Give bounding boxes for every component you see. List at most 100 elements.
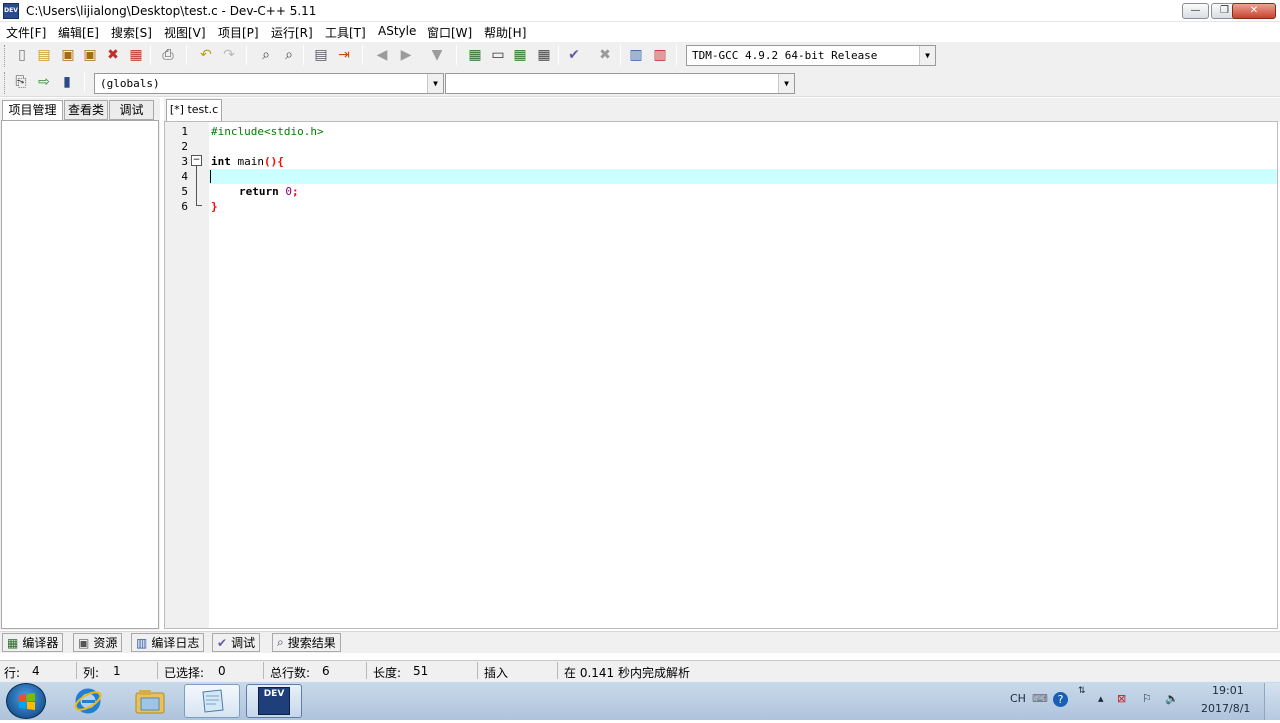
- keyword-return: return: [239, 185, 279, 198]
- volume-icon[interactable]: 🔈: [1165, 692, 1179, 705]
- taskbar-explorer[interactable]: [122, 684, 178, 718]
- tab-class-browser[interactable]: 查看类: [64, 100, 108, 120]
- scope-select[interactable]: (globals) ▼: [94, 73, 444, 94]
- network-disconnected-icon[interactable]: ⊠: [1117, 692, 1126, 705]
- close-file-icon[interactable]: ✖: [103, 45, 123, 65]
- project-tree[interactable]: [1, 120, 159, 629]
- run-icon[interactable]: ▭: [488, 45, 508, 65]
- compile-icon[interactable]: ▦: [465, 45, 485, 65]
- tab-compiler[interactable]: ▦ 编译器: [2, 633, 64, 652]
- find-icon[interactable]: ⌕: [256, 45, 276, 65]
- member-select[interactable]: ▼: [445, 73, 795, 94]
- tab-test-c[interactable]: [*] test.c: [166, 99, 222, 121]
- status-col-label: 列:: [83, 666, 100, 680]
- menu-edit[interactable]: 编辑[E]: [58, 24, 99, 41]
- action-center-icon[interactable]: ⚐: [1142, 692, 1152, 705]
- tab-compile-log[interactable]: ▥ 编译日志: [131, 633, 205, 652]
- new-file-icon[interactable]: ▯: [12, 45, 32, 65]
- help-icon[interactable]: ?: [1053, 692, 1068, 707]
- insert-icon[interactable]: ⎘: [11, 72, 31, 92]
- redo-icon[interactable]: ↷: [219, 45, 239, 65]
- toolbar-separator: [362, 45, 363, 65]
- taskbar-ie[interactable]: [60, 684, 116, 718]
- goto-definition-icon[interactable]: ▮: [57, 72, 77, 92]
- close-all-icon[interactable]: ▦: [126, 45, 146, 65]
- ime-indicator[interactable]: CH: [1010, 692, 1026, 705]
- notepad-icon: [202, 689, 224, 713]
- chevron-down-icon[interactable]: ▼: [778, 74, 794, 93]
- status-selected-value: 0: [218, 664, 226, 678]
- tab-debug-output[interactable]: ✔ 调试: [212, 633, 261, 652]
- toolbar-grip[interactable]: [4, 45, 7, 67]
- syntax-check-icon[interactable]: ✔: [564, 45, 584, 65]
- code-editor[interactable]: [164, 121, 1278, 629]
- indent-right-icon[interactable]: ▶: [396, 45, 416, 65]
- line-number: 2: [181, 140, 188, 153]
- menu-astyle[interactable]: AStyle: [378, 24, 416, 38]
- menu-file[interactable]: 文件[F]: [6, 24, 46, 41]
- print-icon[interactable]: ⎙: [158, 45, 178, 65]
- status-separator: [477, 662, 478, 679]
- start-button[interactable]: [6, 683, 46, 719]
- save-icon[interactable]: ▣: [58, 45, 78, 65]
- stop-execution-icon[interactable]: ✖: [595, 45, 615, 65]
- status-separator: [157, 662, 158, 679]
- compile-run-icon[interactable]: ▦: [510, 45, 530, 65]
- goto-declaration-icon[interactable]: ⇨: [34, 72, 54, 92]
- tab-label: 资源: [93, 636, 118, 650]
- undo-icon[interactable]: ↶: [196, 45, 216, 65]
- devcpp-app-icon[interactable]: DEV: [3, 3, 19, 19]
- grid-icon: ▦: [7, 635, 19, 650]
- status-insert-mode: 插入: [484, 666, 509, 680]
- menu-project[interactable]: 项目[P]: [218, 24, 259, 41]
- chevron-down-icon[interactable]: ▼: [919, 46, 935, 65]
- indent-left-icon[interactable]: ◀: [372, 45, 392, 65]
- language-bar-icon[interactable]: ⇅: [1078, 686, 1086, 696]
- tab-search-results[interactable]: ⌕ 搜索结果: [272, 633, 341, 652]
- fold-collapse-icon[interactable]: −: [191, 155, 202, 166]
- minimize-button[interactable]: —: [1182, 3, 1209, 19]
- menu-window[interactable]: 窗口[W]: [427, 24, 472, 41]
- project-options-icon[interactable]: ▼: [427, 45, 447, 65]
- toggle-bookmark-icon[interactable]: ⇥: [334, 45, 354, 65]
- code-line-1: #include<stdio.h>: [211, 125, 324, 138]
- chevron-down-icon[interactable]: ▼: [427, 74, 443, 93]
- line-number: 4: [181, 170, 188, 183]
- rebuild-all-icon[interactable]: ▦: [534, 45, 554, 65]
- compiler-select[interactable]: TDM-GCC 4.9.2 64-bit Release ▼: [686, 45, 936, 66]
- keyboard-icon[interactable]: ⌨: [1032, 692, 1048, 705]
- status-col-value: 1: [113, 664, 121, 678]
- open-file-icon[interactable]: ▤: [34, 45, 54, 65]
- toolbar-grip[interactable]: [4, 72, 7, 94]
- line-number: 6: [181, 200, 188, 213]
- code-line-3: int main(){: [211, 154, 284, 169]
- menu-view[interactable]: 视图[V]: [164, 24, 206, 41]
- tab-label: 编译器: [22, 636, 59, 650]
- tab-resources[interactable]: ▣ 资源: [73, 633, 123, 652]
- clock-time[interactable]: 19:01: [1212, 684, 1244, 697]
- replace-icon[interactable]: ⌕: [279, 45, 299, 65]
- clock-date[interactable]: 2017/8/1: [1201, 702, 1250, 715]
- save-all-icon[interactable]: ▣: [80, 45, 100, 65]
- menu-run[interactable]: 运行[R]: [271, 24, 313, 41]
- toolbar-separator: [84, 72, 85, 92]
- taskbar-devcpp[interactable]: DEV: [246, 684, 302, 718]
- status-length-label: 长度:: [373, 666, 402, 680]
- tab-project-manager[interactable]: 项目管理: [2, 100, 63, 121]
- tab-debug[interactable]: 调试: [109, 100, 154, 120]
- close-button[interactable]: ✕: [1232, 3, 1276, 19]
- resources-icon: ▣: [78, 635, 90, 650]
- symbol: (){: [264, 155, 284, 168]
- taskbar-notepad[interactable]: [184, 684, 240, 718]
- number-literal: 0: [285, 185, 292, 198]
- show-desktop-button[interactable]: [1264, 683, 1280, 720]
- menu-tools[interactable]: 工具[T]: [325, 24, 366, 41]
- show-hidden-icons-icon[interactable]: ▴: [1098, 692, 1104, 705]
- menu-search[interactable]: 搜索[S]: [111, 24, 152, 41]
- goto-line-icon[interactable]: ▤: [311, 45, 331, 65]
- menu-help[interactable]: 帮助[H]: [484, 24, 526, 41]
- profile-icon[interactable]: ▥: [626, 45, 646, 65]
- delete-profile-icon[interactable]: ▥: [650, 45, 670, 65]
- toolbar-separator: [620, 45, 621, 65]
- search-icon: ⌕: [277, 635, 284, 649]
